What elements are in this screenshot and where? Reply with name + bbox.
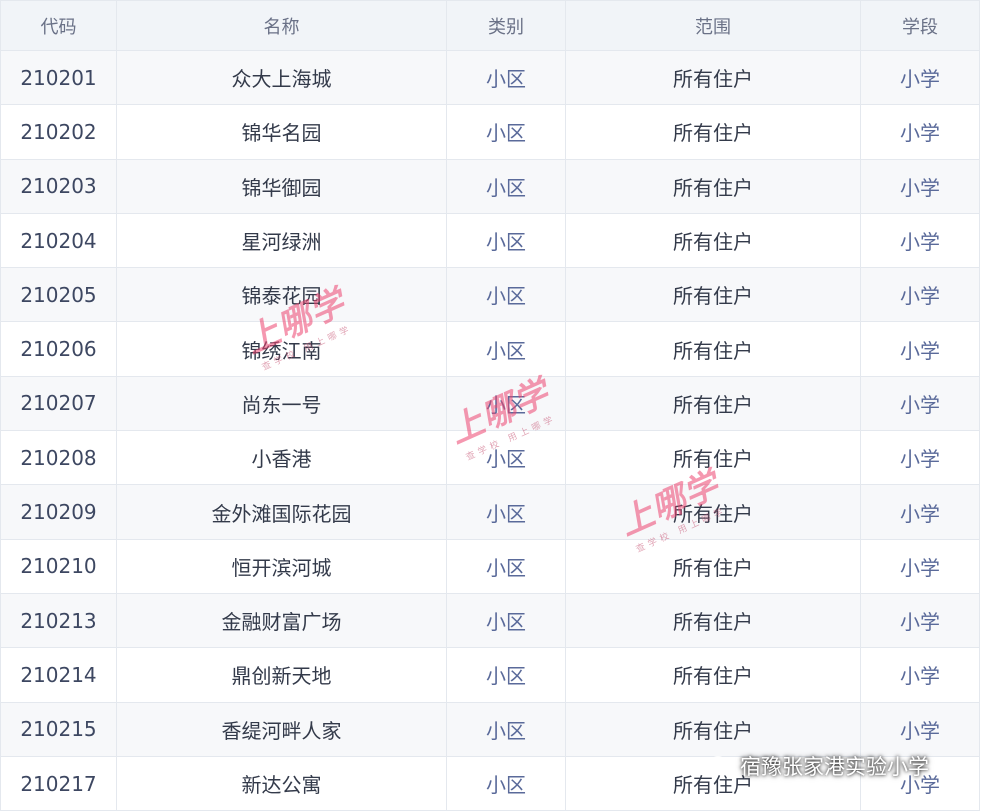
cell-name: 香缇河畔人家	[116, 701, 447, 757]
cell-scope: 所有住户	[565, 158, 861, 214]
table-row[interactable]: 210201 众大上海城 小区 所有住户 小学	[0, 49, 980, 106]
cell-code: 210206	[0, 321, 117, 377]
cell-scope: 所有住户	[565, 484, 861, 540]
cell-type: 小区	[446, 592, 566, 649]
cell-type: 小区	[446, 430, 566, 486]
cell-scope: 所有住户	[565, 375, 861, 432]
cell-level: 小学	[860, 484, 980, 540]
table-row[interactable]: 210210 恒开滨河城 小区 所有住户 小学	[0, 538, 980, 594]
cell-code: 210202	[0, 104, 117, 160]
table-row[interactable]: 210204 星河绿洲 小区 所有住户 小学	[0, 212, 980, 269]
header-level[interactable]: 学段	[860, 0, 980, 51]
table-row[interactable]: 210202 锦华名园 小区 所有住户 小学	[0, 104, 980, 160]
cell-code: 210210	[0, 538, 117, 594]
cell-code: 210205	[0, 267, 117, 323]
cell-code: 210204	[0, 212, 117, 269]
cell-code: 210201	[0, 49, 117, 106]
cell-name: 众大上海城	[116, 49, 447, 106]
cell-code: 210209	[0, 484, 117, 540]
cell-level: 小学	[860, 538, 980, 594]
table-row[interactable]: 210208 小香港 小区 所有住户 小学	[0, 430, 980, 486]
table-row[interactable]: 210205 锦泰花园 小区 所有住户 小学	[0, 267, 980, 323]
cell-type: 小区	[446, 484, 566, 540]
cell-type: 小区	[446, 375, 566, 432]
cell-level: 小学	[860, 592, 980, 649]
cell-type: 小区	[446, 49, 566, 106]
cell-name: 尚东一号	[116, 375, 447, 432]
cell-scope: 所有住户	[565, 647, 861, 703]
header-scope[interactable]: 范围	[565, 0, 861, 51]
header-type[interactable]: 类别	[446, 0, 566, 51]
cell-scope: 所有住户	[565, 212, 861, 269]
cell-name: 恒开滨河城	[116, 538, 447, 594]
cell-name: 金外滩国际花园	[116, 484, 447, 540]
wechat-icon	[708, 756, 733, 776]
table-row[interactable]: 210213 金融财富广场 小区 所有住户 小学	[0, 592, 980, 649]
credit-text: 宿豫张家港实验小学	[740, 755, 929, 779]
cell-scope: 所有住户	[565, 538, 861, 594]
cell-type: 小区	[446, 755, 566, 812]
table-row[interactable]: 210214 鼎创新天地 小区 所有住户 小学	[0, 647, 980, 703]
header-code[interactable]: 代码	[0, 0, 117, 51]
cell-type: 小区	[446, 158, 566, 214]
cell-type: 小区	[446, 212, 566, 269]
cell-level: 小学	[860, 267, 980, 323]
cell-scope: 所有住户	[565, 104, 861, 160]
cell-type: 小区	[446, 647, 566, 703]
cell-name: 新达公寓	[116, 755, 447, 812]
cell-type: 小区	[446, 267, 566, 323]
cell-type: 小区	[446, 321, 566, 377]
cell-level: 小学	[860, 158, 980, 214]
table-row[interactable]: 210207 尚东一号 小区 所有住户 小学	[0, 375, 980, 432]
cell-level: 小学	[860, 430, 980, 486]
source-credit: 宿豫张家港实验小学	[708, 748, 929, 784]
table-row[interactable]: 210209 金外滩国际花园 小区 所有住户 小学	[0, 484, 980, 540]
cell-code: 210215	[0, 701, 117, 757]
cell-name: 小香港	[116, 430, 447, 486]
table-row[interactable]: 210203 锦华御园 小区 所有住户 小学	[0, 158, 980, 214]
cell-name: 锦绣江南	[116, 321, 447, 377]
cell-level: 小学	[860, 212, 980, 269]
cell-code: 210217	[0, 755, 117, 812]
cell-name: 锦华御园	[116, 158, 447, 214]
cell-scope: 所有住户	[565, 267, 861, 323]
cell-type: 小区	[446, 538, 566, 594]
cell-name: 锦泰花园	[116, 267, 447, 323]
table-header-row: 代码 名称 类别 范围 学段	[0, 0, 980, 51]
cell-name: 金融财富广场	[116, 592, 447, 649]
table-row[interactable]: 210206 锦绣江南 小区 所有住户 小学	[0, 321, 980, 377]
cell-code: 210214	[0, 647, 117, 703]
cell-scope: 所有住户	[565, 592, 861, 649]
assignment-table: 代码 名称 类别 范围 学段 210201 众大上海城 小区 所有住户 小学 210202…	[0, 0, 980, 812]
cell-name: 星河绿洲	[116, 212, 447, 269]
header-name[interactable]: 名称	[116, 0, 447, 51]
cell-code: 210207	[0, 375, 117, 432]
cell-scope: 所有住户	[565, 430, 861, 486]
page: 代码 名称 类别 范围 学段 210201 众大上海城 小区 所有住户 小学 210202…	[0, 0, 984, 812]
cell-code: 210208	[0, 430, 117, 486]
cell-code: 210213	[0, 592, 117, 649]
cell-name: 鼎创新天地	[116, 647, 447, 703]
table-body: 210201 众大上海城 小区 所有住户 小学 210202 锦华名园 小区 所有住户 小学 210…	[0, 49, 980, 812]
cell-scope: 所有住户	[565, 49, 861, 106]
cell-level: 小学	[860, 375, 980, 432]
cell-name: 锦华名园	[116, 104, 447, 160]
cell-type: 小区	[446, 104, 566, 160]
cell-scope: 所有住户	[565, 321, 861, 377]
cell-type: 小区	[446, 701, 566, 757]
cell-code: 210203	[0, 158, 117, 214]
cell-level: 小学	[860, 647, 980, 703]
cell-level: 小学	[860, 49, 980, 106]
cell-level: 小学	[860, 321, 980, 377]
cell-level: 小学	[860, 104, 980, 160]
